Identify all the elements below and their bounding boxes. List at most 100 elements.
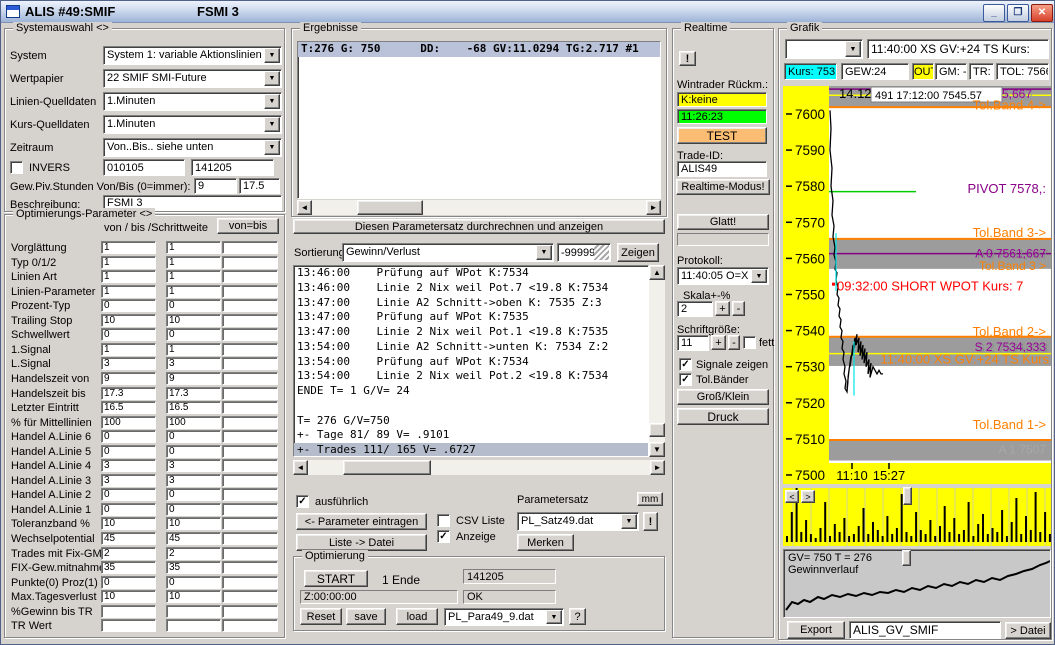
- realtime-modus-button[interactable]: Realtime-Modus!: [676, 179, 770, 195]
- export-button[interactable]: Export: [787, 621, 845, 639]
- ergebnisse-selected-line[interactable]: T:276 G: 750 DD: -68 GV:11.0294 TG:2.717…: [298, 42, 660, 57]
- param-input-bis[interactable]: 0: [166, 576, 221, 589]
- wertpapier-select[interactable]: 22 SMIF SMI-Future▼: [103, 69, 282, 88]
- param-input-schritt[interactable]: [222, 532, 278, 545]
- chevron-down-icon[interactable]: ▼: [264, 48, 280, 63]
- param-input-von[interactable]: 35: [101, 561, 156, 574]
- scroll-thumb[interactable]: [649, 423, 665, 437]
- log-line[interactable]: 13:47:00 Linie 2 Nix weil Pot.1 <19.8 K:…: [294, 325, 648, 340]
- param-input-schritt[interactable]: [222, 372, 278, 385]
- chevron-down-icon[interactable]: ▼: [621, 514, 637, 529]
- scroll-left-icon[interactable]: ◄: [293, 460, 308, 475]
- scroll-right-icon[interactable]: ►: [650, 460, 665, 475]
- param-input-von[interactable]: 0: [101, 503, 156, 516]
- gewpiv-to-input[interactable]: 17.5: [239, 178, 280, 194]
- param-input-bis[interactable]: 35: [166, 561, 221, 574]
- param-input-bis[interactable]: 1: [166, 241, 221, 254]
- chevron-down-icon[interactable]: ▼: [536, 245, 552, 260]
- druck-button[interactable]: Druck: [677, 408, 769, 425]
- linien-quelldaten-select[interactable]: 1.Minuten▼: [103, 92, 282, 111]
- export-filename-input[interactable]: ALIS_GV_SMIF: [849, 621, 1001, 639]
- param-input-von[interactable]: 3: [101, 474, 156, 487]
- invers-checkbox[interactable]: [10, 161, 23, 174]
- param-input-bis[interactable]: [166, 605, 221, 618]
- date-from-input[interactable]: 010105: [103, 159, 185, 176]
- parametersatz-file-select[interactable]: PL_Satz49.dat▼: [517, 512, 639, 531]
- chevron-down-icon[interactable]: ▼: [264, 117, 280, 132]
- log-line[interactable]: [294, 399, 648, 414]
- volume-panel[interactable]: < >: [783, 488, 1051, 546]
- param-input-von[interactable]: 0: [101, 576, 156, 589]
- export-datei-button[interactable]: > Datei: [1005, 622, 1051, 639]
- param-input-von[interactable]: 10: [101, 590, 156, 603]
- grafik-select[interactable]: ▼: [785, 39, 863, 59]
- param-input-bis[interactable]: 3: [166, 357, 221, 370]
- merken-button[interactable]: Merken: [517, 534, 574, 551]
- sortierung-select[interactable]: Gewinn/Verlust▼: [342, 243, 554, 262]
- param-input-bis[interactable]: 100: [166, 416, 221, 429]
- close-button[interactable]: ✕: [1031, 4, 1053, 22]
- date-to-input[interactable]: 141205: [191, 159, 274, 176]
- param-input-von[interactable]: 45: [101, 532, 156, 545]
- param-input-schritt[interactable]: [222, 430, 278, 443]
- param-input-bis[interactable]: 9: [166, 372, 221, 385]
- param-input-bis[interactable]: 0: [166, 503, 221, 516]
- param-input-schritt[interactable]: [222, 517, 278, 530]
- param-input-schritt[interactable]: [222, 488, 278, 501]
- scroll-thumb[interactable]: [357, 200, 423, 215]
- skala-input[interactable]: 2: [677, 301, 713, 317]
- fett-checkbox[interactable]: [743, 336, 756, 349]
- volume-slider-handle[interactable]: [903, 487, 912, 505]
- chevron-down-icon[interactable]: ▼: [546, 610, 562, 624]
- zeitraum-select[interactable]: Von..Bis.. siehe unten▼: [103, 138, 282, 157]
- gross-klein-button[interactable]: Groß/Klein: [677, 389, 769, 405]
- scroll-left-icon[interactable]: ◄: [297, 200, 312, 215]
- param-input-von[interactable]: 9: [101, 372, 156, 385]
- log-line[interactable]: 13:54:00 Linie A2 Schnitt->unten K: 7534…: [294, 340, 648, 355]
- scroll-right-icon[interactable]: ►: [646, 200, 661, 215]
- param-input-von[interactable]: 0: [101, 299, 156, 312]
- param-input-schritt[interactable]: [222, 474, 278, 487]
- param-input-bis[interactable]: 1: [166, 343, 221, 356]
- param-input-von[interactable]: 100: [101, 416, 156, 429]
- param-input-von[interactable]: 17.3: [101, 387, 156, 400]
- param-input-von[interactable]: [101, 605, 156, 618]
- glatt-button[interactable]: Glatt!: [677, 214, 769, 230]
- param-input-bis[interactable]: 10: [166, 517, 221, 530]
- tradeid-input[interactable]: ALIS49: [677, 161, 767, 177]
- param-input-schritt[interactable]: [222, 445, 278, 458]
- reset-button[interactable]: Reset: [300, 608, 342, 625]
- mm-button[interactable]: mm: [637, 492, 663, 506]
- param-input-bis[interactable]: 1: [166, 285, 221, 298]
- param-input-bis[interactable]: 10: [166, 314, 221, 327]
- param-input-bis[interactable]: 0: [166, 430, 221, 443]
- threshold-input[interactable]: -99999: [557, 243, 611, 262]
- param-input-von[interactable]: 0: [101, 445, 156, 458]
- realtime-bang-button[interactable]: !: [679, 51, 696, 66]
- chart-nav-left-button[interactable]: <: [785, 490, 799, 503]
- log-line[interactable]: T= 276 G/V=750: [294, 414, 648, 429]
- param-input-von[interactable]: 2: [101, 547, 156, 560]
- param-input-von[interactable]: 0: [101, 488, 156, 501]
- parameter-eintragen-button[interactable]: <- Parameter eintragen: [296, 513, 427, 530]
- param-input-schritt[interactable]: [222, 561, 278, 574]
- chevron-down-icon[interactable]: ▼: [264, 94, 280, 109]
- param-input-bis[interactable]: 2: [166, 547, 221, 560]
- gewpiv-from-input[interactable]: 9: [194, 178, 237, 194]
- param-input-bis[interactable]: 3: [166, 474, 221, 487]
- param-input-schritt[interactable]: [222, 241, 278, 254]
- param-input-schritt[interactable]: [222, 605, 278, 618]
- param-input-von[interactable]: 1: [101, 241, 156, 254]
- log-line[interactable]: 13:46:00 Linie 2 Nix weil Pot.7 <19.8 K:…: [294, 281, 648, 296]
- param-input-schritt[interactable]: [222, 503, 278, 516]
- ausfuehrlich-checkbox[interactable]: ✓: [296, 495, 309, 508]
- liste-datei-button[interactable]: Liste -> Datei: [296, 534, 427, 551]
- log-line[interactable]: 13:46:00 Prüfung auf WPot K:7534: [294, 266, 648, 281]
- param-input-von[interactable]: 10: [101, 314, 156, 327]
- param-input-schritt[interactable]: [222, 590, 278, 603]
- param-input-schritt[interactable]: [222, 547, 278, 560]
- param-input-schritt[interactable]: [222, 328, 278, 341]
- anzeige-checkbox[interactable]: ✓: [437, 530, 450, 543]
- csv-liste-checkbox[interactable]: [437, 514, 450, 527]
- parametersatz-bang-button[interactable]: !: [643, 512, 658, 531]
